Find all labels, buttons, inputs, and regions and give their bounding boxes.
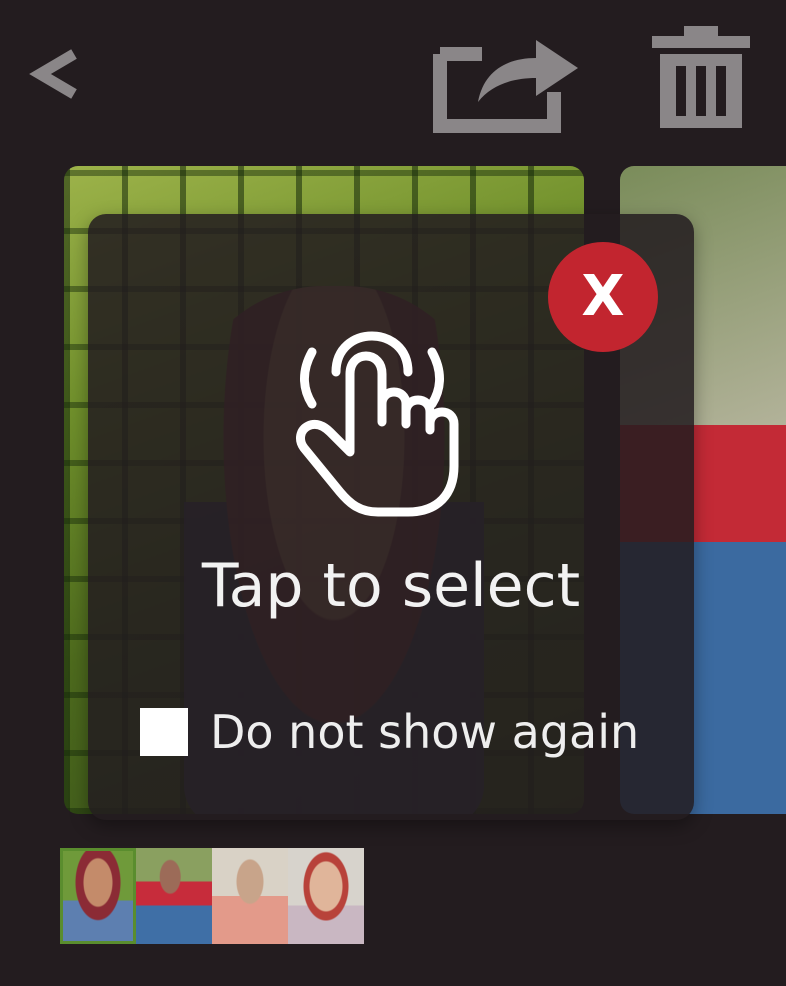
thumbnail-1[interactable] [60, 848, 136, 944]
share-icon [433, 40, 578, 133]
share-button[interactable] [430, 24, 586, 134]
back-button[interactable] [22, 40, 88, 108]
chevron-left-icon [29, 49, 77, 99]
close-overlay-button[interactable]: X [548, 242, 658, 352]
thumbnail-2[interactable] [136, 848, 212, 944]
thumbnail-strip [60, 848, 364, 944]
do-not-show-again-checkbox[interactable] [140, 708, 188, 756]
tip-title: Tap to select [201, 551, 581, 621]
do-not-show-again-option[interactable]: Do not show again [140, 700, 639, 764]
tap-hand-icon [296, 331, 459, 517]
thumbnail-3[interactable] [212, 848, 288, 944]
thumbnail-4[interactable] [288, 848, 364, 944]
close-icon: X [581, 264, 625, 329]
delete-button[interactable] [648, 22, 754, 132]
do-not-show-again-label: Do not show again [210, 705, 640, 759]
trash-icon [652, 26, 750, 128]
